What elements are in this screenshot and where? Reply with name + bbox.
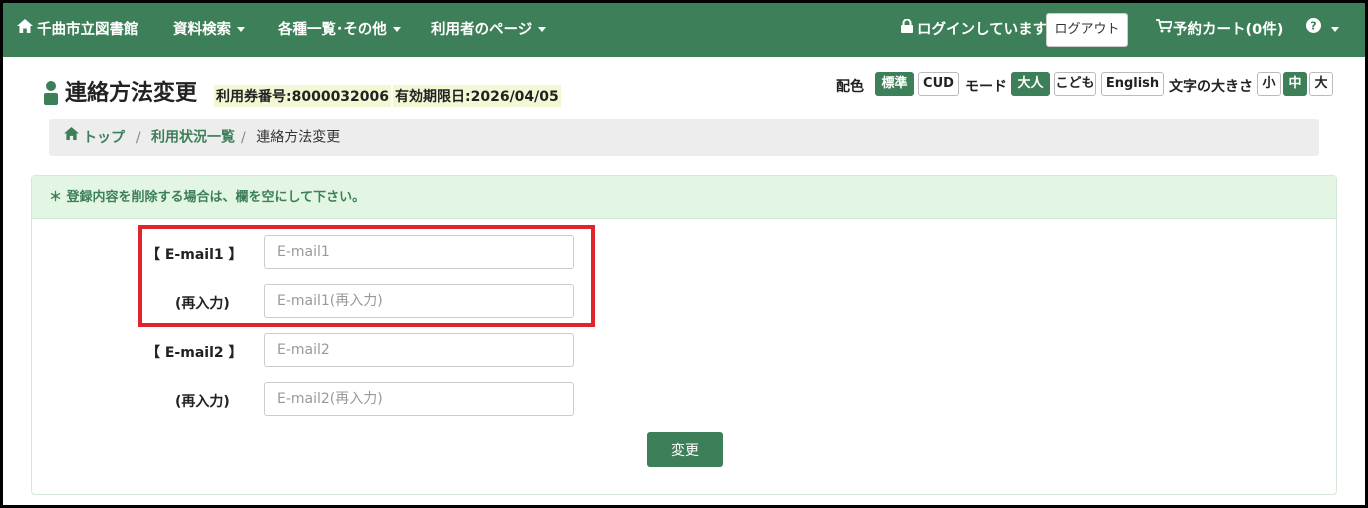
cart-icon bbox=[1156, 3, 1174, 56]
color-scheme-label: 配色 bbox=[836, 79, 864, 95]
email2-label: 【 E-mail2 】 bbox=[146, 345, 243, 361]
mode-english-button[interactable]: English bbox=[1101, 72, 1164, 96]
lock-icon bbox=[901, 3, 913, 56]
login-status-text: ログインしています bbox=[917, 22, 1048, 38]
breadcrumb-home-label: トップ bbox=[83, 129, 125, 146]
page-frame: 千曲市立図書館 資料検索 各種一覧･その他 利用者のページ ログインしています … bbox=[3, 3, 1365, 505]
email2-confirm-label: (再入力) bbox=[175, 394, 230, 410]
question-circle-icon: ? bbox=[1306, 3, 1321, 56]
home-icon bbox=[17, 3, 33, 56]
user-icon bbox=[43, 81, 59, 109]
help-menu[interactable]: ? bbox=[1306, 3, 1339, 57]
chevron-down-icon bbox=[237, 26, 245, 32]
email1-label: 【 E-mail1 】 bbox=[146, 247, 243, 263]
font-size-label: 文字の大きさ bbox=[1169, 79, 1253, 95]
change-submit-button[interactable]: 変更 bbox=[647, 432, 723, 467]
top-navbar: 千曲市立図書館 資料検索 各種一覧･その他 利用者のページ ログインしています … bbox=[3, 3, 1365, 57]
site-name: 千曲市立図書館 bbox=[37, 22, 139, 38]
logout-button[interactable]: ログアウト bbox=[1046, 13, 1128, 47]
breadcrumb-home[interactable]: トップ bbox=[64, 127, 130, 146]
chevron-down-icon bbox=[1331, 26, 1339, 32]
breadcrumb: トップ / 利用状況一覧 / 連絡方法変更 bbox=[49, 119, 1319, 156]
reserve-cart-link[interactable]: 予約カート(0件) bbox=[1156, 3, 1283, 57]
breadcrumb-usage-list[interactable]: 利用状況一覧 bbox=[151, 130, 235, 146]
menu-search-label: 資料検索 bbox=[173, 22, 231, 38]
menu-lists[interactable]: 各種一覧･その他 bbox=[278, 3, 401, 57]
expiry-date: 有効期限日:2026/04/05 bbox=[393, 85, 561, 107]
chevron-down-icon bbox=[392, 26, 401, 32]
page-title: 連絡方法変更 bbox=[65, 81, 198, 106]
font-size-medium-button[interactable]: 中 bbox=[1283, 72, 1307, 96]
mode-kids-button[interactable]: こども bbox=[1054, 72, 1096, 96]
site-home-link[interactable]: 千曲市立図書館 bbox=[17, 3, 139, 57]
email1-confirm-label: (再入力) bbox=[175, 296, 230, 312]
breadcrumb-current: 連絡方法変更 bbox=[256, 129, 341, 146]
color-cud-button[interactable]: CUD bbox=[918, 72, 959, 96]
menu-user-page-label: 利用者のページ bbox=[431, 22, 533, 38]
home-icon bbox=[64, 118, 79, 155]
chevron-down-icon bbox=[538, 26, 547, 32]
login-status: ログインしています bbox=[901, 3, 1047, 57]
breadcrumb-separator: / bbox=[241, 129, 246, 146]
breadcrumb-separator: / bbox=[135, 129, 141, 146]
contact-form-panel: ＊ 登録内容を削除する場合は、欄を空にして下さい。 【 E-mail1 】 (再… bbox=[31, 175, 1337, 495]
cart-label: 予約カート(0件) bbox=[1173, 22, 1284, 38]
email2-input[interactable] bbox=[264, 333, 574, 367]
color-standard-button[interactable]: 標準 bbox=[875, 72, 914, 96]
svg-text:?: ? bbox=[1310, 20, 1316, 33]
menu-user-page[interactable]: 利用者のページ bbox=[431, 3, 547, 57]
mode-adult-button[interactable]: 大人 bbox=[1011, 72, 1050, 96]
font-size-large-button[interactable]: 大 bbox=[1309, 72, 1333, 96]
menu-lists-label: 各種一覧･その他 bbox=[278, 22, 387, 38]
font-size-small-button[interactable]: 小 bbox=[1257, 72, 1281, 96]
email1-input[interactable] bbox=[264, 235, 574, 269]
delete-notice: ＊ 登録内容を削除する場合は、欄を空にして下さい。 bbox=[32, 176, 1336, 219]
menu-search[interactable]: 資料検索 bbox=[173, 3, 245, 57]
email2-confirm-input[interactable] bbox=[264, 382, 574, 416]
card-number: 利用券番号:8000032006 bbox=[214, 85, 392, 107]
email1-confirm-input[interactable] bbox=[264, 284, 574, 318]
mode-label: モード bbox=[965, 79, 1007, 95]
